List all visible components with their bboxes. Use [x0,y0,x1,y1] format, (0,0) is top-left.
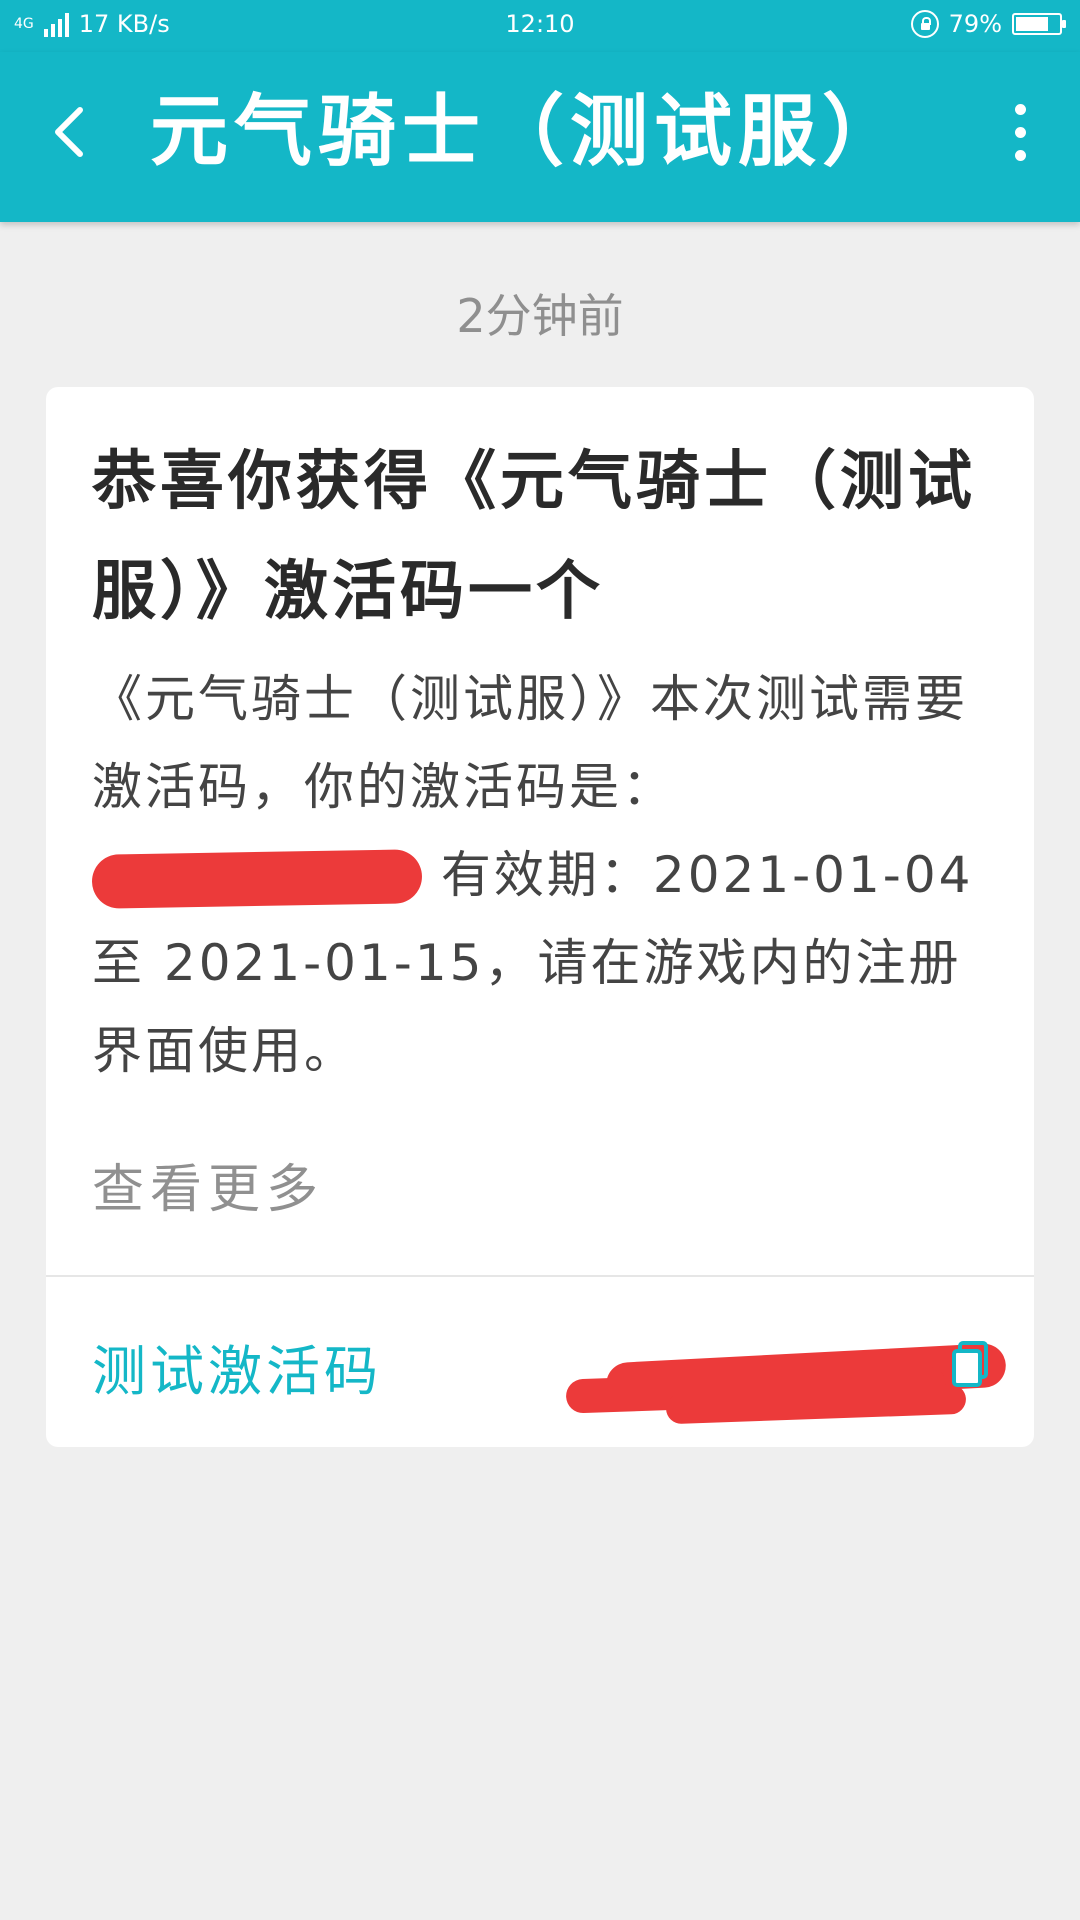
copy-icon[interactable] [950,1339,990,1389]
battery-level [1016,17,1049,31]
back-arrow-icon [55,107,83,157]
redacted-code [91,848,423,909]
status-right: 79% [910,10,1066,38]
rotation-lock-icon [910,10,939,38]
page-title: 元气骑士（测试服） [150,87,907,177]
battery-percent: 79% [948,10,1002,38]
message-title: 恭喜你获得《元气骑士（测试服）》激活码一个 [92,445,976,629]
code-label: 测试激活码 [92,1340,382,1403]
back-button[interactable] [30,92,110,172]
more-options-button[interactable] [990,92,1050,172]
message-body: 《元气骑士（测试服）》本次测试需要激活码，你的激活码是： 有效期：2021-01… [91,655,992,1095]
more-vertical-icon [1014,103,1026,115]
battery-icon [1012,13,1066,35]
message-card: 恭喜你获得《元气骑士（测试服）》激活码一个 《元气骑士（测试服）》本次测试需要激… [46,387,1034,1447]
view-more-link[interactable]: 查看更多 [92,1147,324,1222]
app-bar: 元气骑士（测试服） [0,52,1080,222]
status-bar: 4G 17 KB/s 12:10 79% [0,0,1080,52]
message-body-part1: 《元气骑士（测试服）》本次测试需要激活码，你的激活码是： [92,670,968,816]
copy-icon-graphic [952,1341,988,1387]
message-timestamp: 2分钟前 [456,289,624,343]
redacted-code-value [565,1339,1007,1425]
divider [46,1275,1034,1277]
